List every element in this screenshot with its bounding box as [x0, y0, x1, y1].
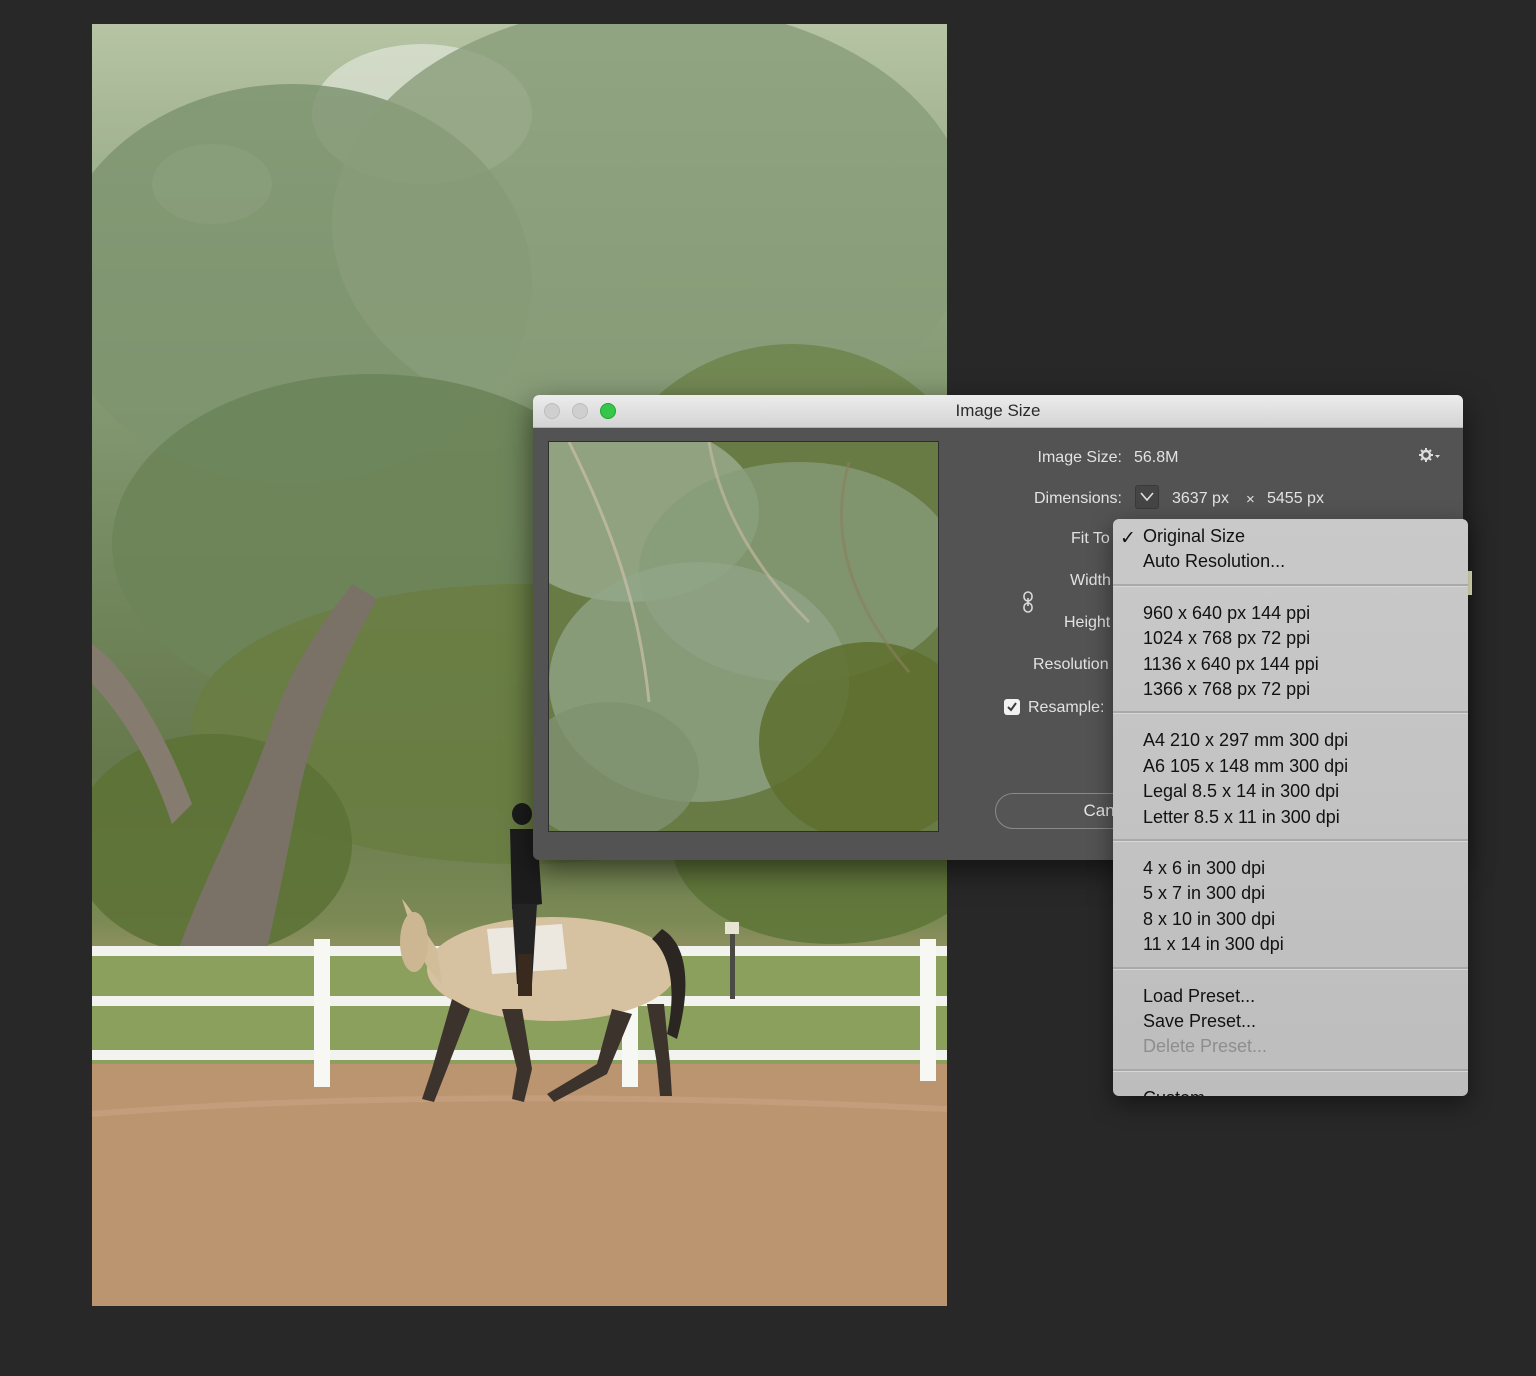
dimensions-label: Dimensions: — [1033, 490, 1122, 507]
dimensions-height-value: 5455 px — [1267, 490, 1324, 507]
dimensions-units-toggle[interactable] — [1135, 485, 1159, 509]
menu-separator — [1113, 1068, 1468, 1072]
chevron-down-icon — [1140, 492, 1154, 502]
menu-item-legal-8-5-x-14-in-300-dpi[interactable]: Legal 8.5 x 14 in 300 dpi — [1143, 779, 1339, 803]
menu-item-load-preset[interactable]: Load Preset... — [1143, 984, 1255, 1008]
menu-item-letter-8-5-x-11-in-300-dpi[interactable]: Letter 8.5 x 11 in 300 dpi — [1143, 805, 1340, 829]
dialog-title: Image Size — [955, 401, 1041, 420]
menu-item-a6-105-x-148-mm-300-dpi[interactable]: A6 105 x 148 mm 300 dpi — [1143, 754, 1348, 778]
menu-item-1136-x-640-px-144-ppi[interactable]: 1136 x 640 px 144 ppi — [1143, 652, 1319, 676]
checkmark-icon: ✓ — [1120, 528, 1136, 549]
dimensions-times-sign: × — [1246, 491, 1255, 508]
menu-item-original-size[interactable]: Original Size — [1143, 524, 1245, 548]
link-icon[interactable] — [1021, 591, 1035, 618]
resolution-label: Resolution — [1033, 656, 1109, 673]
gear-icon[interactable] — [1419, 448, 1441, 467]
menu-item-1024-x-768-px-72-ppi[interactable]: 1024 x 768 px 72 ppi — [1143, 626, 1310, 650]
menu-item-960-x-640-px-144-ppi[interactable]: 960 x 640 px 144 ppi — [1143, 601, 1310, 625]
image-size-label: Image Size: — [1037, 449, 1122, 466]
checkbox-checkmark-icon — [1007, 702, 1017, 712]
menu-item-custom[interactable]: Custom — [1143, 1086, 1205, 1096]
preview-foliage-illustration — [549, 442, 938, 831]
menu-separator — [1113, 711, 1468, 715]
menu-item-4-x-6-in-300-dpi[interactable]: 4 x 6 in 300 dpi — [1143, 856, 1265, 880]
menu-item-delete-preset: Delete Preset... — [1143, 1036, 1268, 1057]
image-preview[interactable] — [548, 441, 939, 832]
menu-item-auto-resolution[interactable]: Auto Resolution... — [1143, 549, 1285, 573]
menu-item-5-x-7-in-300-dpi[interactable]: 5 x 7 in 300 dpi — [1143, 881, 1265, 905]
menu-item-save-preset[interactable]: Save Preset... — [1143, 1009, 1256, 1033]
menu-item-11-x-14-in-300-dpi[interactable]: 11 x 14 in 300 dpi — [1143, 932, 1284, 956]
image-size-value: 56.8M — [1134, 449, 1179, 466]
resample-checkbox[interactable] — [1004, 699, 1020, 715]
menu-item-a4-210-x-297-mm-300-dpi[interactable]: A4 210 x 297 mm 300 dpi — [1143, 728, 1348, 752]
menu-separator — [1113, 839, 1468, 842]
fit-to-dropdown-menu: Original Size ✓ Auto Resolution... 960 x 64… — [1113, 519, 1468, 1096]
fit-to-label: Fit To — [1071, 530, 1110, 547]
menu-item-8-x-10-in-300-dpi[interactable]: 8 x 10 in 300 dpi — [1143, 907, 1275, 931]
menu-item-1366-x-768-px-72-ppi[interactable]: 1366 x 768 px 72 ppi — [1143, 677, 1310, 701]
dimensions-width-value: 3637 px — [1172, 490, 1229, 507]
dialog-titlebar[interactable]: Image Size — [533, 395, 1463, 428]
menu-separator — [1113, 966, 1468, 970]
resample-label: Resample: — [1028, 699, 1105, 716]
menu-separator — [1113, 583, 1468, 587]
height-label: Height — [1064, 614, 1111, 631]
width-label: Width — [1070, 572, 1111, 589]
